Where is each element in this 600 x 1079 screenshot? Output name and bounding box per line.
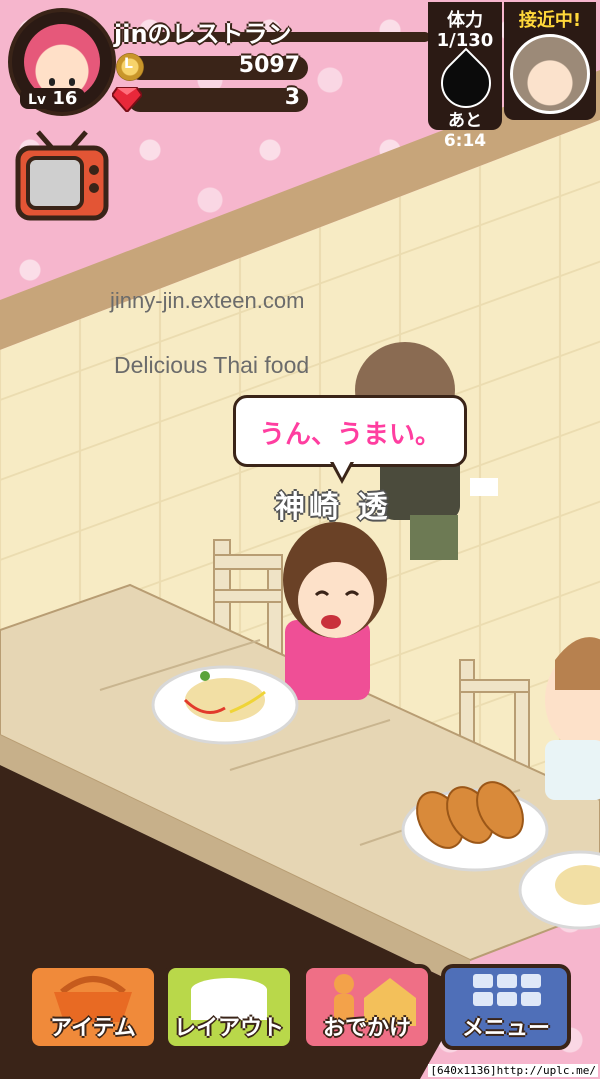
coin-icon: L <box>116 53 144 81</box>
gem-count: 3 <box>284 85 300 110</box>
gem-bar: 3 <box>128 85 308 112</box>
image-credit: [640x1136]http://uplc.me/ <box>428 1064 598 1077</box>
outing-button-label: おでかけ <box>322 1016 411 1041</box>
outing-button[interactable]: おでかけ <box>302 964 432 1050</box>
approaching-label: 接近中! <box>518 10 582 31</box>
coin-symbol: L <box>124 56 133 72</box>
tv-icon[interactable] <box>14 130 110 226</box>
speech-bubble: うん、うまい。 <box>233 395 467 467</box>
game-scene: Lv 16 jinのレストラン L 5097 3 体力 1/130 あと6:14… <box>0 0 600 1079</box>
stamina-timer: あと6:14 <box>443 111 487 151</box>
coin-bar: 5097 <box>128 53 308 80</box>
restaurant-name: jinのレストラン <box>114 20 292 48</box>
approaching-panel[interactable]: 接近中! <box>504 2 596 120</box>
speech-bubble-tail-fill <box>333 461 351 478</box>
item-button[interactable]: アイテム <box>28 964 158 1050</box>
level-value: 16 <box>52 88 78 109</box>
level-badge: Lv 16 <box>20 88 86 109</box>
item-button-label: アイテム <box>50 1016 136 1041</box>
avatar-eye <box>49 78 55 86</box>
menu-button[interactable]: メニュー <box>441 964 571 1050</box>
watermark-caption: Delicious Thai food <box>114 352 310 378</box>
stamina-panel: 体力 1/130 あと6:14 <box>428 2 502 151</box>
approaching-character-avatar <box>510 34 590 114</box>
watermark-site: jinny-jin.exteen.com <box>110 288 305 313</box>
coin-count: 5097 <box>238 53 300 78</box>
layout-button-label: レイアウト <box>173 1016 284 1041</box>
speech-text: うん、うまい。 <box>258 420 441 450</box>
level-prefix: Lv <box>28 92 47 108</box>
gem-icon <box>112 87 142 112</box>
menu-button-label: メニュー <box>461 1016 550 1041</box>
speaker-name: 神崎 透 <box>275 490 392 525</box>
restaurant-name-bar: jinのレストラン <box>110 14 430 48</box>
stamina-label: 体力 <box>447 10 483 31</box>
avatar-eye <box>69 78 75 86</box>
layout-button[interactable]: レイアウト <box>164 964 294 1050</box>
